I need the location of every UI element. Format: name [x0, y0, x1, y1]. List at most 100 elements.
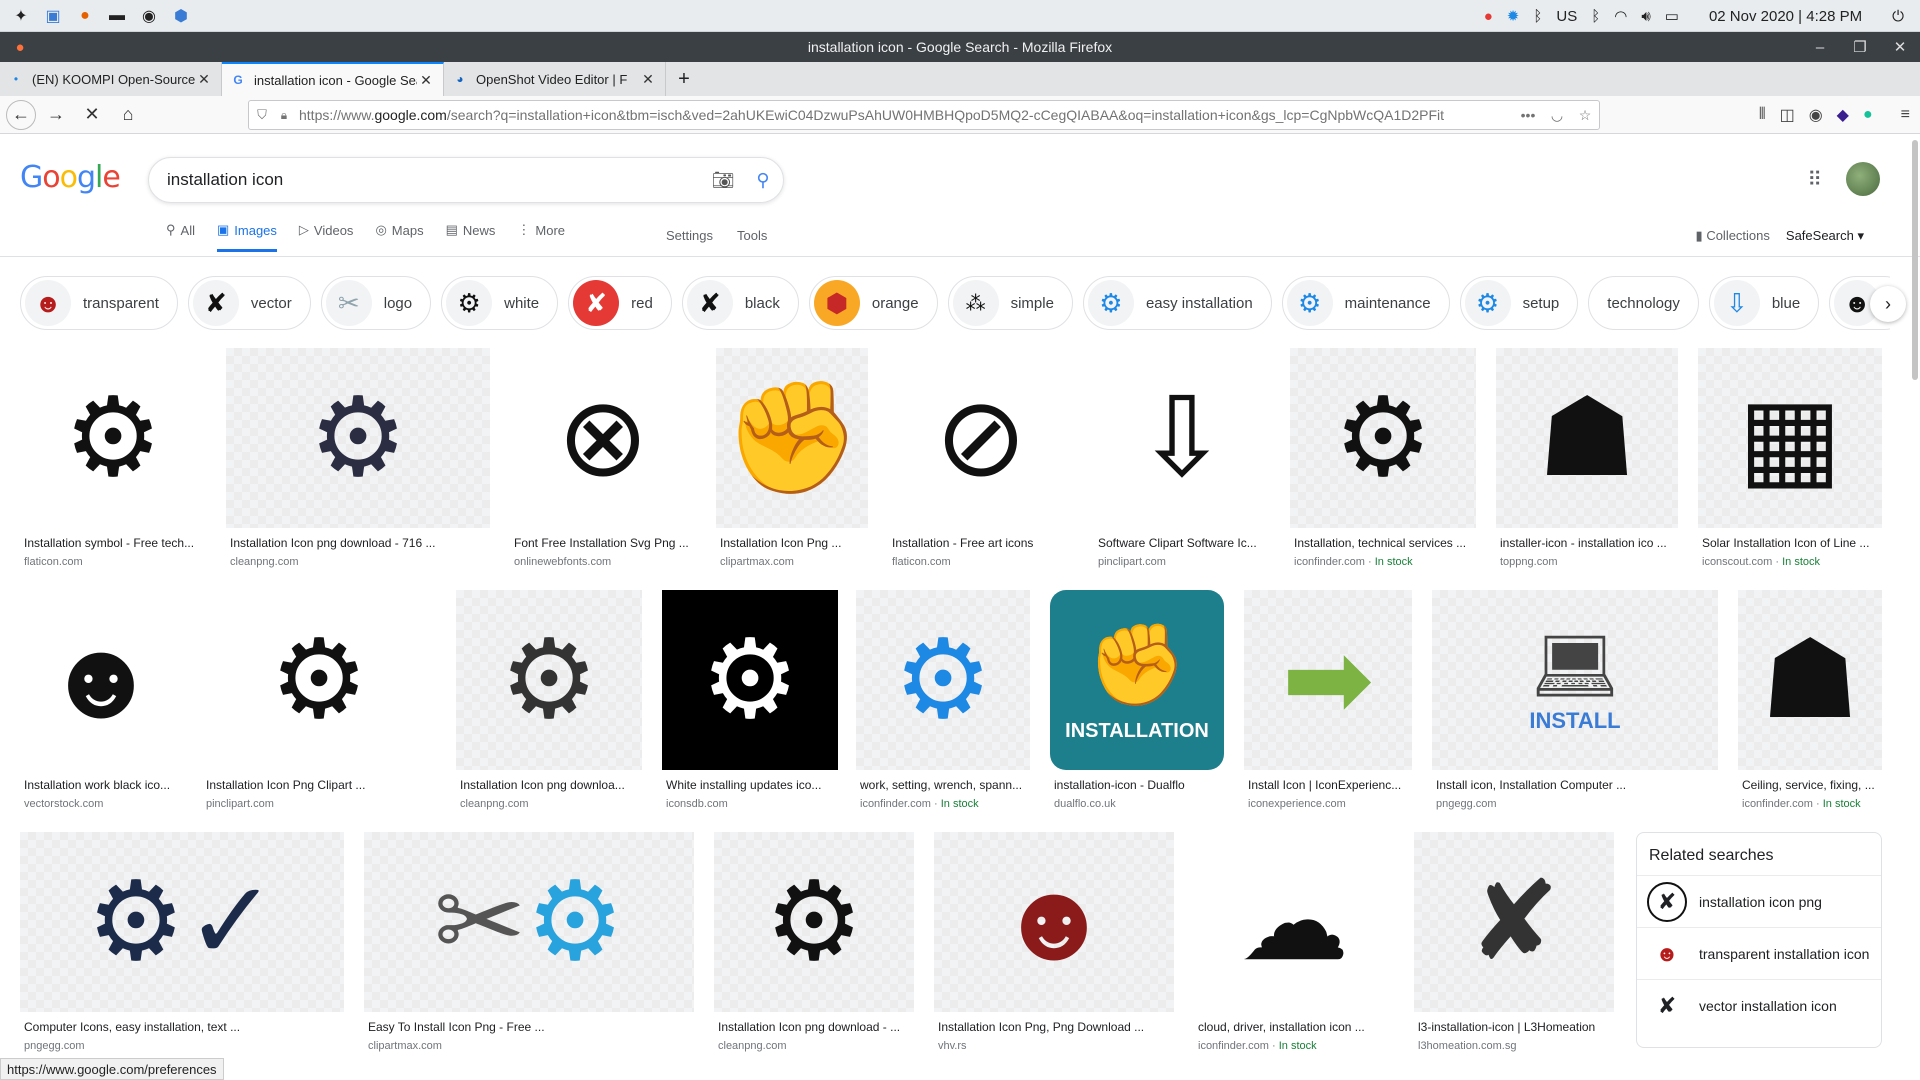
result-caption[interactable]: Installation Icon Png ...	[716, 536, 868, 550]
result-caption[interactable]: White installing updates ico...	[662, 778, 838, 792]
result-card[interactable]: ☻ Installation Icon Png, Png Download ..…	[934, 832, 1174, 1052]
result-caption[interactable]: Easy To Install Icon Png - Free ...	[364, 1020, 694, 1034]
firefox-icon[interactable]: ●	[74, 5, 96, 27]
result-thumbnail[interactable]: ⇩	[1094, 348, 1270, 528]
tab-openshot[interactable]: ◕ OpenShot Video Editor | F ✕	[444, 62, 666, 96]
settings-icon[interactable]: ✹	[1507, 7, 1520, 25]
extension-icon[interactable]: ◆	[1837, 105, 1849, 125]
chip-red[interactable]: ✘ red	[568, 276, 672, 330]
result-card[interactable]: ⚙ Installation Icon png download - 716 .…	[226, 348, 490, 568]
update-icon[interactable]: ●	[1484, 8, 1493, 25]
result-card[interactable]: ⚙ Installation Icon png download - ... c…	[714, 832, 914, 1052]
result-thumbnail[interactable]: ⚙	[856, 590, 1030, 770]
result-caption[interactable]: work, setting, wrench, spann...	[856, 778, 1030, 792]
chip-transparent[interactable]: ☻ transparent	[20, 276, 178, 330]
result-thumbnail[interactable]: ⚙	[20, 348, 206, 528]
tab-videos[interactable]: ▷ Videos	[299, 222, 354, 246]
result-card[interactable]: ⚙ work, setting, wrench, spann... iconfi…	[856, 590, 1030, 810]
result-caption[interactable]: Software Clipart Software Ic...	[1094, 536, 1270, 550]
chip-maintenance[interactable]: ⚙ maintenance	[1281, 276, 1450, 330]
sidebar-icon[interactable]: ◫	[1780, 105, 1795, 125]
chip-technology[interactable]: technology	[1588, 276, 1699, 330]
hamburger-menu-icon[interactable]: ≡	[1901, 106, 1910, 124]
tab-close-icon[interactable]: ✕	[639, 71, 657, 88]
tab-more[interactable]: ⋮ More	[517, 222, 565, 246]
result-thumbnail[interactable]: ⚙	[662, 590, 838, 770]
result-caption[interactable]: Installation Icon Png, Png Download ...	[934, 1020, 1174, 1034]
collections-link[interactable]: ▮ Collections	[1696, 228, 1770, 244]
result-caption[interactable]: Installation, technical services ...	[1290, 536, 1476, 550]
page-scrollbar[interactable]	[1912, 140, 1918, 380]
search-input[interactable]: installation icon	[149, 170, 703, 190]
search-icon[interactable]: ⚲	[743, 170, 783, 191]
result-thumbnail[interactable]: ▦	[1698, 348, 1882, 528]
result-card[interactable]: ✊ Installation Icon Png ... clipartmax.c…	[716, 348, 868, 568]
related-item[interactable]: ✘ vector installation icon	[1637, 980, 1881, 1032]
result-thumbnail[interactable]: ✂⚙	[364, 832, 694, 1012]
result-thumbnail[interactable]: ✊ INSTALLATION	[1050, 590, 1224, 770]
result-card[interactable]: ☗ installer-icon - installation ico ... …	[1496, 348, 1678, 568]
tools-link[interactable]: Tools	[737, 228, 767, 243]
result-caption[interactable]: Installation symbol - Free tech...	[20, 536, 206, 550]
power-icon[interactable]: ⏻	[1892, 8, 1904, 25]
app-icon[interactable]: ⬢	[170, 5, 192, 27]
library-icon[interactable]: ⫴	[1759, 106, 1766, 124]
result-thumbnail[interactable]: ⚙	[1290, 348, 1476, 528]
chip-vector[interactable]: ✘ vector	[187, 276, 311, 330]
result-card[interactable]: ⚙ Installation Icon png downloa... clean…	[456, 590, 642, 810]
new-tab-button[interactable]: +	[666, 62, 702, 96]
result-card[interactable]: 💻︎ INSTALL Install icon, Installation Com…	[1432, 590, 1718, 810]
result-thumbnail[interactable]: ➡	[1244, 590, 1412, 770]
chip-setup[interactable]: ⚙ setup	[1459, 276, 1579, 330]
clock[interactable]: 02 Nov 2020 | 4:28 PM	[1709, 8, 1862, 25]
url-bar[interactable]: ⛉ 🔒︎ https://www.google.com/search?q=ins…	[248, 100, 1600, 130]
result-thumbnail[interactable]: ☻	[20, 590, 182, 770]
result-caption[interactable]: Installation Icon Png Clipart ...	[202, 778, 436, 792]
result-caption[interactable]: Installation Icon png download - ...	[714, 1020, 914, 1034]
tab-maps[interactable]: ◎ Maps	[375, 222, 423, 246]
result-card[interactable]: ☗ Ceiling, service, fixing, ... iconfind…	[1738, 590, 1882, 810]
result-card[interactable]: ⚙ White installing updates ico... iconsd…	[662, 590, 838, 810]
wifi-icon[interactable]: ◠	[1614, 7, 1627, 25]
result-thumbnail[interactable]: ⊘	[888, 348, 1074, 528]
url-text[interactable]: https://www.google.com/search?q=installa…	[293, 107, 1513, 123]
chip-orange[interactable]: ⬢ orange	[808, 276, 938, 330]
chip-white[interactable]: ⚙ white	[441, 276, 559, 330]
battery-icon[interactable]: ▭	[1665, 7, 1679, 25]
stop-button[interactable]: ✕	[76, 99, 108, 131]
chip-simple[interactable]: ⁂ simple	[947, 276, 1073, 330]
result-caption[interactable]: Computer Icons, easy installation, text …	[20, 1020, 344, 1034]
result-thumbnail[interactable]: ☗	[1496, 348, 1678, 528]
account-icon[interactable]: ◉	[1809, 105, 1823, 125]
lock-icon[interactable]: 🔒︎	[275, 108, 293, 123]
file-manager-icon[interactable]: ▣	[42, 5, 64, 27]
volume-icon[interactable]: 🔊︎	[1641, 8, 1650, 25]
result-thumbnail[interactable]: ⚙	[714, 832, 914, 1012]
close-icon[interactable]: ✕	[1880, 32, 1920, 62]
related-item[interactable]: ☻ transparent installation icon	[1637, 928, 1881, 980]
tab-close-icon[interactable]: ✕	[195, 71, 213, 88]
tab-news[interactable]: ▤ News	[446, 222, 496, 246]
bookmark-star-icon[interactable]: ☆	[1571, 107, 1599, 124]
google-logo[interactable]: Google	[20, 160, 121, 195]
result-caption[interactable]: Font Free Installation Svg Png ...	[510, 536, 696, 550]
result-thumbnail[interactable]: ✊	[716, 348, 868, 528]
pocket-icon[interactable]: ◡	[1543, 107, 1571, 124]
result-card[interactable]: ⚙✓ Computer Icons, easy installation, te…	[20, 832, 344, 1052]
result-card[interactable]: ☁ cloud, driver, installation icon ... i…	[1194, 832, 1394, 1052]
menu-icon[interactable]: ✦	[10, 5, 32, 27]
result-thumbnail[interactable]: ⚙	[456, 590, 642, 770]
result-thumbnail[interactable]: ☻	[934, 832, 1174, 1012]
result-card[interactable]: ⇩ Software Clipart Software Ic... pincli…	[1094, 348, 1270, 568]
bluetooth-icon-2[interactable]: ᛒ	[1591, 8, 1600, 25]
back-button[interactable]: ←	[6, 99, 36, 130]
tab-koompi[interactable]: • (EN) KOOMPI Open-Source ✕	[0, 62, 222, 96]
result-card[interactable]: ✘ l3-installation-icon | L3Homeation l3h…	[1414, 832, 1614, 1052]
shield-icon[interactable]: ⛉	[249, 107, 275, 123]
avatar[interactable]	[1846, 162, 1880, 196]
result-caption[interactable]: Installation - Free art icons	[888, 536, 1074, 550]
result-card[interactable]: ⚙ Installation symbol - Free tech... fla…	[20, 348, 206, 568]
home-button[interactable]: ⌂	[112, 99, 144, 131]
chip-logo[interactable]: ✂ logo	[320, 276, 432, 330]
result-thumbnail[interactable]: ✘	[1414, 832, 1614, 1012]
